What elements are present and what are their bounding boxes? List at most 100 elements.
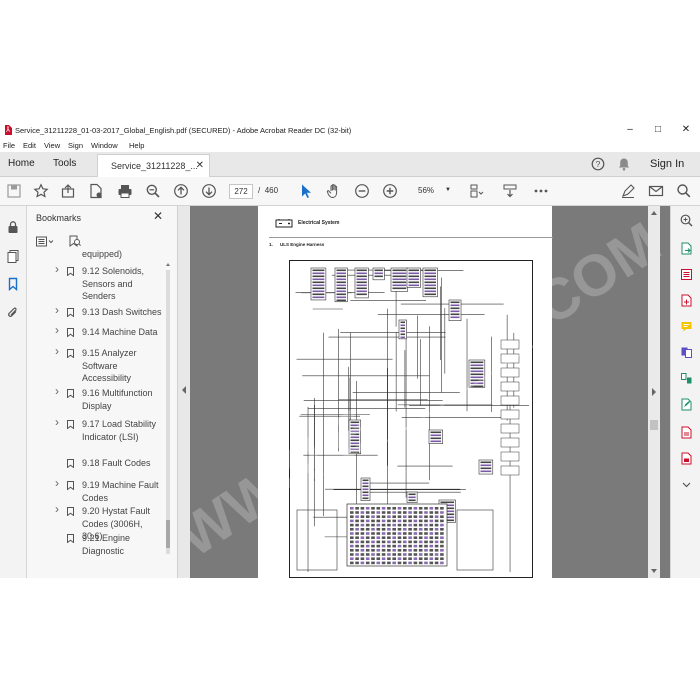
zoom-search-icon[interactable] [145, 183, 161, 199]
bookmark-item[interactable]: 9.18 Fault Codes [27, 457, 172, 470]
page-display-icon[interactable] [468, 183, 484, 199]
bookmark-star-icon[interactable] [33, 183, 49, 199]
bookmark-item[interactable]: › 9.12 Solenoids, Sensors and Senders [27, 263, 172, 303]
pdf-export-icon[interactable] [680, 426, 693, 439]
search-icon[interactable] [676, 183, 692, 199]
ecm-pin [365, 515, 370, 518]
ecm-pin [371, 561, 375, 565]
maximize-button[interactable]: □ [644, 123, 672, 137]
lock-icon[interactable] [6, 220, 20, 234]
comment-icon[interactable] [680, 320, 693, 333]
expand-tools-pane-icon[interactable] [651, 388, 657, 396]
expand-chevron-icon[interactable]: › [55, 345, 59, 358]
page-number-input[interactable]: 272 [229, 184, 253, 199]
close-tab-icon[interactable]: ✕ [196, 155, 204, 177]
bookmark-item[interactable]: › 9.19 Machine Fault Codes [27, 477, 172, 504]
scroll-thumb[interactable] [650, 420, 658, 430]
bookmarks-panel-icon[interactable] [6, 277, 20, 291]
bookmark-item[interactable]: › 9.17 Load Stability Indicator (LSI) [27, 416, 172, 443]
ecm-pin [434, 549, 439, 552]
previous-page-icon[interactable] [173, 183, 189, 199]
ecm-pin [360, 511, 365, 514]
bookmark-item[interactable]: › 9.16 Multifunction Display [27, 385, 172, 412]
bookmark-item[interactable]: › 9.15 Analyzer Software Accessibility [27, 345, 172, 385]
expand-chevron-icon[interactable]: › [55, 324, 59, 337]
menu-view[interactable]: View [44, 141, 60, 150]
protect-pdf-icon[interactable] [680, 452, 693, 465]
bookmark-options-icon[interactable] [36, 236, 56, 248]
connector-pin [480, 461, 492, 464]
next-page-icon[interactable] [201, 183, 217, 199]
ecm-pin [429, 515, 434, 518]
ecm-pin [424, 553, 428, 556]
tab-document[interactable]: Service_31211228_... ✕ [97, 154, 210, 177]
bookmark-item[interactable]: › 9.14 Machine Data [27, 324, 172, 339]
scroll-down-icon[interactable] [651, 568, 657, 574]
select-cursor-icon[interactable] [298, 183, 314, 199]
menu-file[interactable]: File [3, 141, 15, 150]
email-icon[interactable] [648, 183, 664, 199]
more-tools-chevron-icon[interactable] [680, 478, 693, 491]
bookmark-label: 9.21 Engine Diagnostic [82, 533, 131, 556]
page-thumbnails-icon[interactable] [6, 249, 20, 263]
tab-home[interactable]: Home [8, 152, 35, 176]
bookmark-item[interactable]: equipped) [27, 248, 172, 261]
create-pdf-tool-icon[interactable] [680, 294, 693, 307]
edit-pdf-icon[interactable] [680, 268, 693, 281]
bookmark-item[interactable]: 9.21 Engine Diagnostic [27, 532, 172, 557]
tab-tools[interactable]: Tools [53, 152, 76, 176]
expand-chevron-icon[interactable]: › [55, 416, 59, 429]
expand-chevron-icon[interactable]: › [55, 263, 59, 276]
scroll-up-icon[interactable] [651, 210, 657, 216]
create-pdf-icon[interactable] [88, 183, 104, 199]
close-window-button[interactable]: ✕ [672, 123, 700, 137]
connector-pin [400, 321, 406, 324]
ecm-pin [408, 532, 412, 535]
combine-files-icon[interactable] [680, 346, 693, 359]
connector-pin [356, 284, 367, 287]
menu-window[interactable]: Window [91, 141, 118, 150]
document-scrollbar[interactable] [648, 206, 660, 578]
bookmark-label: 9.14 Machine Data [82, 327, 158, 337]
zoom-in-tool-icon[interactable] [680, 214, 693, 227]
page-total: / 460 [258, 186, 278, 195]
ecm-pin [355, 519, 359, 523]
find-bookmark-icon[interactable] [69, 235, 81, 248]
menu-sign[interactable]: Sign [68, 141, 83, 150]
export-pdf-icon[interactable] [680, 242, 693, 255]
ecm-pin [350, 553, 354, 556]
close-bookmarks-icon[interactable]: ✕ [153, 209, 163, 223]
scroll-mode-icon[interactable] [502, 183, 518, 199]
sign-pen-icon[interactable] [620, 183, 636, 199]
bookmarks-scrollbar[interactable] [165, 262, 171, 562]
zoom-level-select[interactable]: 56% ▼ [412, 184, 452, 197]
document-viewport[interactable]: Electrical System 1. ULS Engine Harness … [190, 206, 670, 578]
organize-pages-icon[interactable] [680, 372, 693, 385]
minimize-button[interactable]: – [616, 123, 644, 137]
zoom-in-icon[interactable] [382, 183, 398, 199]
notification-bell-icon[interactable] [617, 157, 631, 171]
panel-splitter[interactable] [178, 206, 190, 578]
fill-sign-icon[interactable] [680, 398, 693, 411]
connector-pin [374, 269, 383, 272]
expand-chevron-icon[interactable]: › [55, 385, 59, 398]
upload-share-icon[interactable] [60, 183, 76, 199]
bookmark-item[interactable]: › 9.13 Dash Switches [27, 304, 172, 319]
ecm-pin [440, 519, 444, 523]
hand-tool-icon[interactable] [326, 183, 342, 199]
save-icon[interactable] [6, 183, 22, 199]
expand-chevron-icon[interactable]: › [55, 304, 59, 317]
ecm-pin [355, 540, 359, 544]
expand-chevron-icon[interactable]: › [55, 477, 59, 490]
menu-help[interactable]: Help [129, 141, 144, 150]
more-tools-icon[interactable] [533, 183, 549, 199]
expand-chevron-icon[interactable]: › [55, 503, 59, 516]
collapse-panel-icon[interactable] [181, 386, 187, 394]
ecm-pin [355, 511, 359, 514]
attachments-paperclip-icon[interactable] [6, 306, 20, 320]
print-icon[interactable] [117, 183, 133, 199]
menu-edit[interactable]: Edit [23, 141, 36, 150]
help-icon[interactable]: ? [591, 157, 605, 171]
zoom-out-icon[interactable] [354, 183, 370, 199]
sign-in-button[interactable]: Sign In [650, 152, 684, 176]
